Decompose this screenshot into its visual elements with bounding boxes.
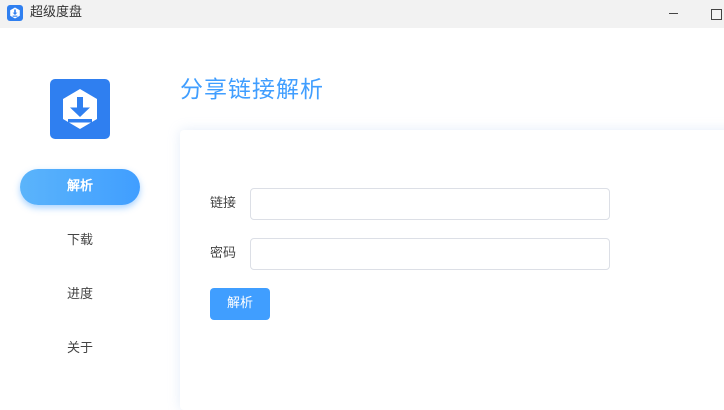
sidebar-item-parse[interactable]: 解析 xyxy=(20,169,140,205)
window-title: 超级度盘 xyxy=(30,5,83,20)
app-icon xyxy=(7,5,23,21)
sidebar-item-download[interactable]: 下载 xyxy=(20,223,140,259)
sidebar-item-progress[interactable]: 进度 xyxy=(20,277,140,313)
title-bar: 超级度盘 xyxy=(0,0,724,28)
download-logo-icon xyxy=(50,79,110,139)
minimize-icon[interactable] xyxy=(666,6,682,22)
link-label: 链接 xyxy=(210,196,237,211)
maximize-icon[interactable] xyxy=(708,6,724,22)
password-label: 密码 xyxy=(210,246,237,261)
parse-button[interactable]: 解析 xyxy=(210,288,270,320)
link-input[interactable] xyxy=(250,188,610,220)
form-card xyxy=(180,130,724,410)
password-input[interactable] xyxy=(250,238,610,270)
sidebar-item-about[interactable]: 关于 xyxy=(20,331,140,367)
page-title: 分享链接解析 xyxy=(180,77,324,103)
